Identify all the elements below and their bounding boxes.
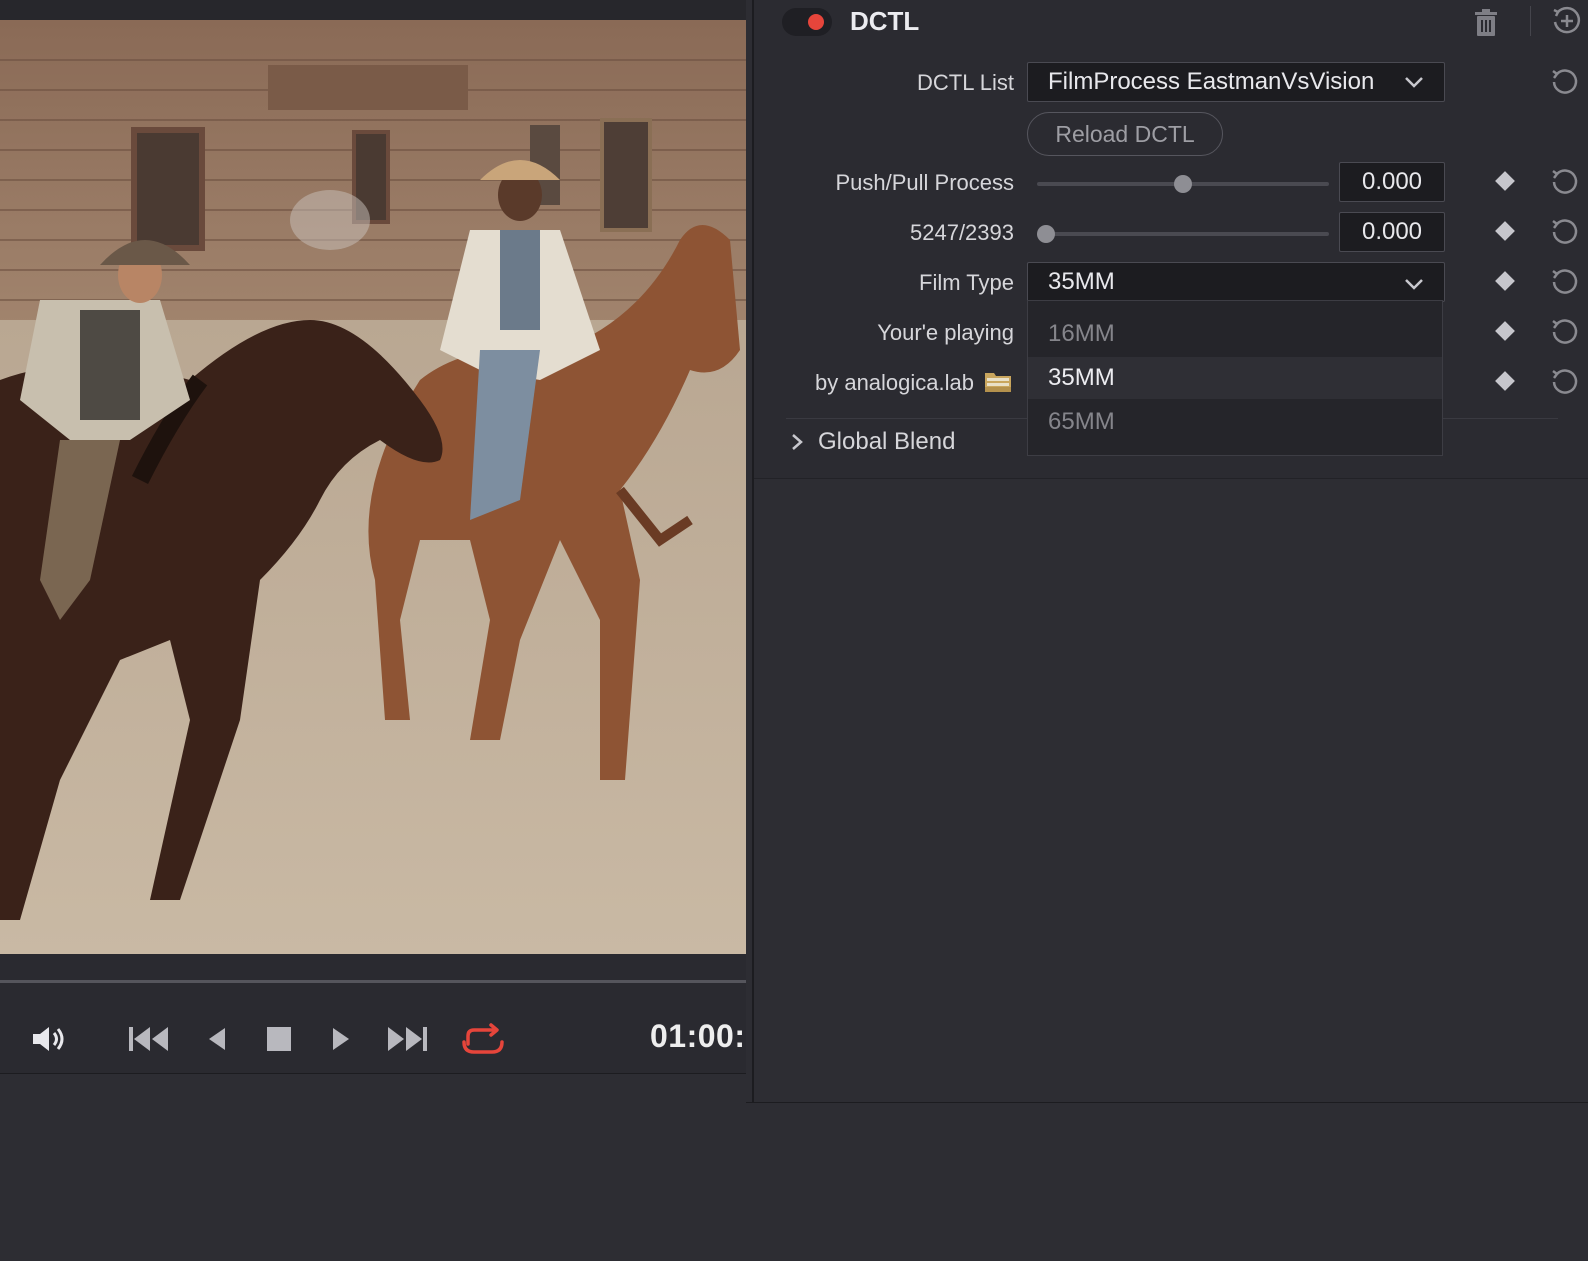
chevron-down-icon (1405, 77, 1423, 88)
viewer-header-bar (0, 0, 746, 20)
push-pull-label: Push/Pull Process (835, 170, 1014, 195)
film-type-menu: 16MM 35MM 65MM (1027, 300, 1443, 456)
skip-back-icon[interactable] (126, 1016, 172, 1062)
skip-forward-icon[interactable] (384, 1016, 430, 1062)
stock-slider-track[interactable] (1037, 232, 1329, 236)
film-type-value: 35MM (1048, 268, 1115, 295)
panel-title: DCTL (850, 6, 920, 36)
film-type-dropdown[interactable]: 35MM (1027, 262, 1445, 302)
reset-icon[interactable] (1550, 266, 1580, 296)
reset-icon[interactable] (1550, 216, 1580, 246)
timecode-display: 01:00:0 (650, 1018, 746, 1054)
chevron-right-icon (792, 434, 803, 450)
dctl-list-value: FilmProcess EastmanVsVision (1048, 68, 1375, 95)
trash-icon[interactable] (1472, 8, 1500, 38)
enabled-indicator (808, 14, 824, 30)
play-icon[interactable] (318, 1016, 364, 1062)
push-pull-value-field[interactable]: 0.000 (1339, 162, 1445, 202)
viewer-spacer (0, 954, 746, 980)
viewer-image (0, 20, 746, 954)
volume-icon[interactable] (26, 1016, 72, 1062)
push-pull-slider-handle[interactable] (1174, 175, 1192, 193)
panel-bottom-border (746, 1102, 1588, 1103)
dctl-enable-toggle[interactable] (782, 8, 832, 36)
film-type-label: Film Type (919, 270, 1014, 295)
dctl-list-dropdown[interactable]: FilmProcess EastmanVsVision (1027, 62, 1445, 102)
stock-label: 5247/2393 (910, 220, 1014, 245)
reset-icon[interactable] (1550, 66, 1580, 96)
reset-icon[interactable] (1550, 366, 1580, 396)
author-label: by analogica.lab (814, 370, 974, 395)
transport-divider (0, 1073, 746, 1074)
header-divider (1530, 6, 1531, 36)
prev-frame-icon[interactable] (194, 1016, 240, 1062)
western-scene-image (0, 20, 746, 954)
film-type-option-selected[interactable]: 35MM (1028, 357, 1442, 399)
folder-icon (984, 370, 1012, 394)
film-type-option[interactable]: 16MM (1028, 313, 1442, 355)
global-blend-section-header[interactable]: Global Blend (790, 428, 955, 456)
dctl-list-label: DCTL List (917, 70, 1014, 95)
stock-slider-handle[interactable] (1037, 225, 1055, 243)
loop-icon[interactable] (460, 1016, 506, 1062)
reset-icon[interactable] (1550, 316, 1580, 346)
stock-value-field[interactable]: 0.000 (1339, 212, 1445, 252)
global-blend-label: Global Blend (818, 428, 956, 455)
panel-separator (754, 478, 1588, 479)
chevron-down-icon (1405, 279, 1423, 290)
add-node-icon[interactable] (1550, 4, 1582, 36)
film-type-option[interactable]: 65MM (1028, 401, 1442, 443)
playing-label: Your'e playing (877, 320, 1014, 345)
reset-icon[interactable] (1550, 166, 1580, 196)
transport-bar (0, 983, 746, 1073)
reload-dctl-button[interactable]: Reload DCTL (1027, 112, 1223, 156)
stop-icon[interactable] (256, 1016, 302, 1062)
